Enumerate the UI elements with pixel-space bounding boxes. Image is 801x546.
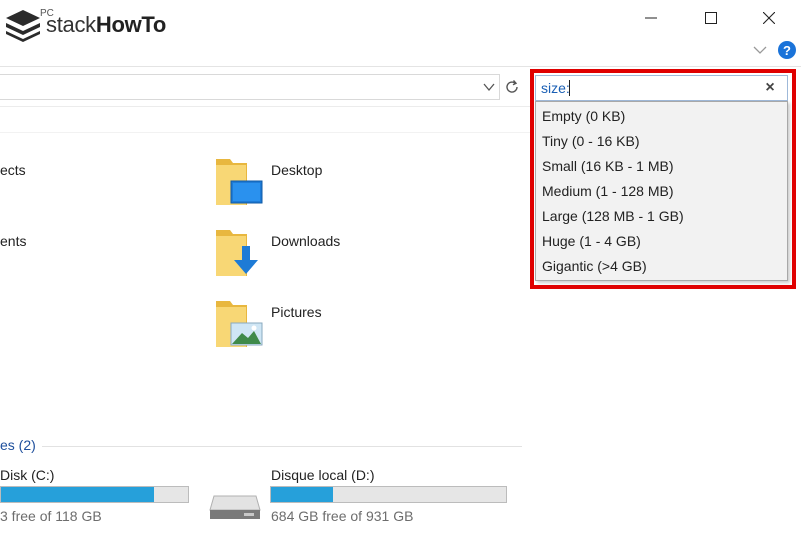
folder-label-downloads[interactable]: Downloads [271,233,340,249]
help-button[interactable]: ? [778,41,796,59]
chevron-down-icon [753,46,767,54]
expand-ribbon-button[interactable] [752,42,768,58]
folder-label-partial[interactable]: ents [0,233,26,249]
content-divider [0,132,530,133]
annotation-highlight-box [530,69,796,289]
section-divider [42,446,522,447]
hard-drive-icon[interactable] [208,492,262,522]
refresh-button[interactable] [503,78,521,96]
window-title: PC [40,8,54,19]
maximize-button[interactable] [688,6,734,30]
downloads-folder-icon[interactable] [214,226,264,280]
folder-label-pictures[interactable]: Pictures [271,304,322,320]
layers-logo-icon [6,10,40,42]
drive-c-usage-bar [0,486,189,503]
minimize-icon [645,17,657,19]
ribbon-divider [0,66,801,67]
address-history-button[interactable] [482,80,496,94]
drive-c-free-space: 3 free of 118 GB [0,508,102,524]
devices-section-header[interactable]: es (2) [0,437,36,453]
refresh-icon [506,80,518,93]
address-bar[interactable] [0,74,500,100]
stackhowto-logo: stackHowTo [4,8,166,42]
chevron-down-icon [483,83,495,92]
drive-d-usage-bar [270,486,507,503]
maximize-icon [705,12,717,24]
minimize-button[interactable] [628,6,674,30]
desktop-folder-icon[interactable] [214,155,264,209]
drive-d-usage-fill [271,487,334,502]
drive-d-free-space: 684 GB free of 931 GB [271,508,414,524]
folder-label-desktop[interactable]: Desktop [271,162,322,178]
close-icon [763,12,775,24]
pictures-folder-icon[interactable] [214,297,264,351]
close-window-button[interactable] [746,6,792,30]
folder-label-partial[interactable]: ects [0,162,26,178]
drive-c-usage-fill [1,487,155,502]
address-divider [0,106,530,107]
drive-d-label[interactable]: Disque local (D:) [271,467,374,483]
logo-wordmark: stackHowTo [46,12,167,37]
drive-c-label[interactable]: Disk (C:) [0,467,54,483]
